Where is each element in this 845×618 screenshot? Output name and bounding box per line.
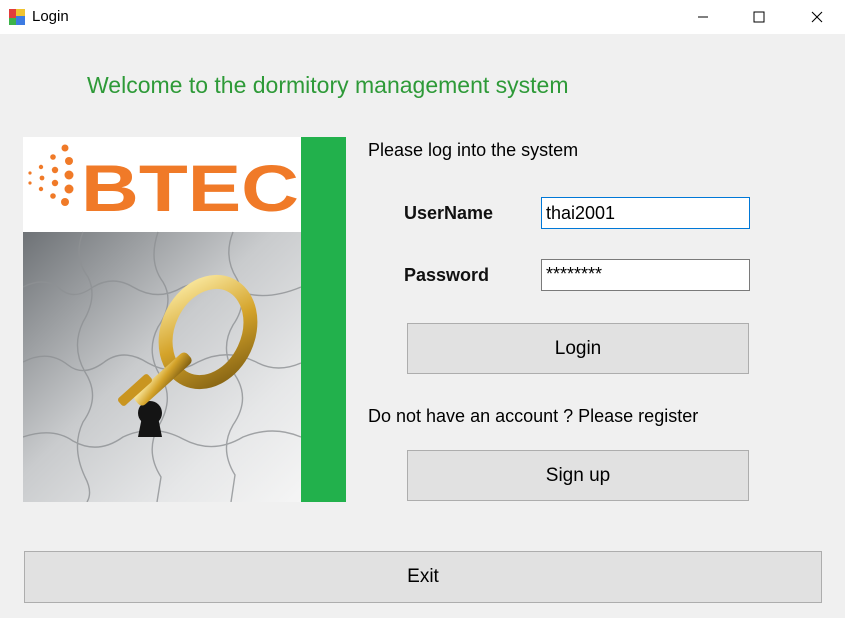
app-window-icon: [9, 9, 25, 25]
login-prompt: Please log into the system: [368, 140, 579, 160]
close-button[interactable]: [794, 0, 840, 34]
welcome-heading: Welcome to the dormitory management syst…: [87, 72, 569, 98]
login-button[interactable]: Login: [407, 323, 749, 374]
password-input[interactable]: ********: [541, 259, 750, 291]
login-illustration: BTEC: [23, 137, 301, 502]
minimize-button[interactable]: [680, 0, 726, 34]
btec-logo-text: BTEC: [81, 151, 299, 225]
exit-button[interactable]: Exit: [24, 551, 822, 603]
close-icon: [811, 11, 823, 23]
signup-button[interactable]: Sign up: [407, 450, 749, 501]
green-accent-bar: [301, 137, 346, 502]
username-input[interactable]: [541, 197, 750, 229]
maximize-button[interactable]: [736, 0, 782, 34]
register-prompt: Do not have an account ? Please register: [368, 406, 699, 426]
title-bar: Login: [0, 0, 845, 34]
username-label: UserName: [404, 203, 494, 223]
minimize-icon: [698, 16, 708, 18]
window-title: Login: [32, 8, 69, 25]
maximize-icon: [753, 11, 765, 23]
password-label: Password: [404, 265, 490, 285]
